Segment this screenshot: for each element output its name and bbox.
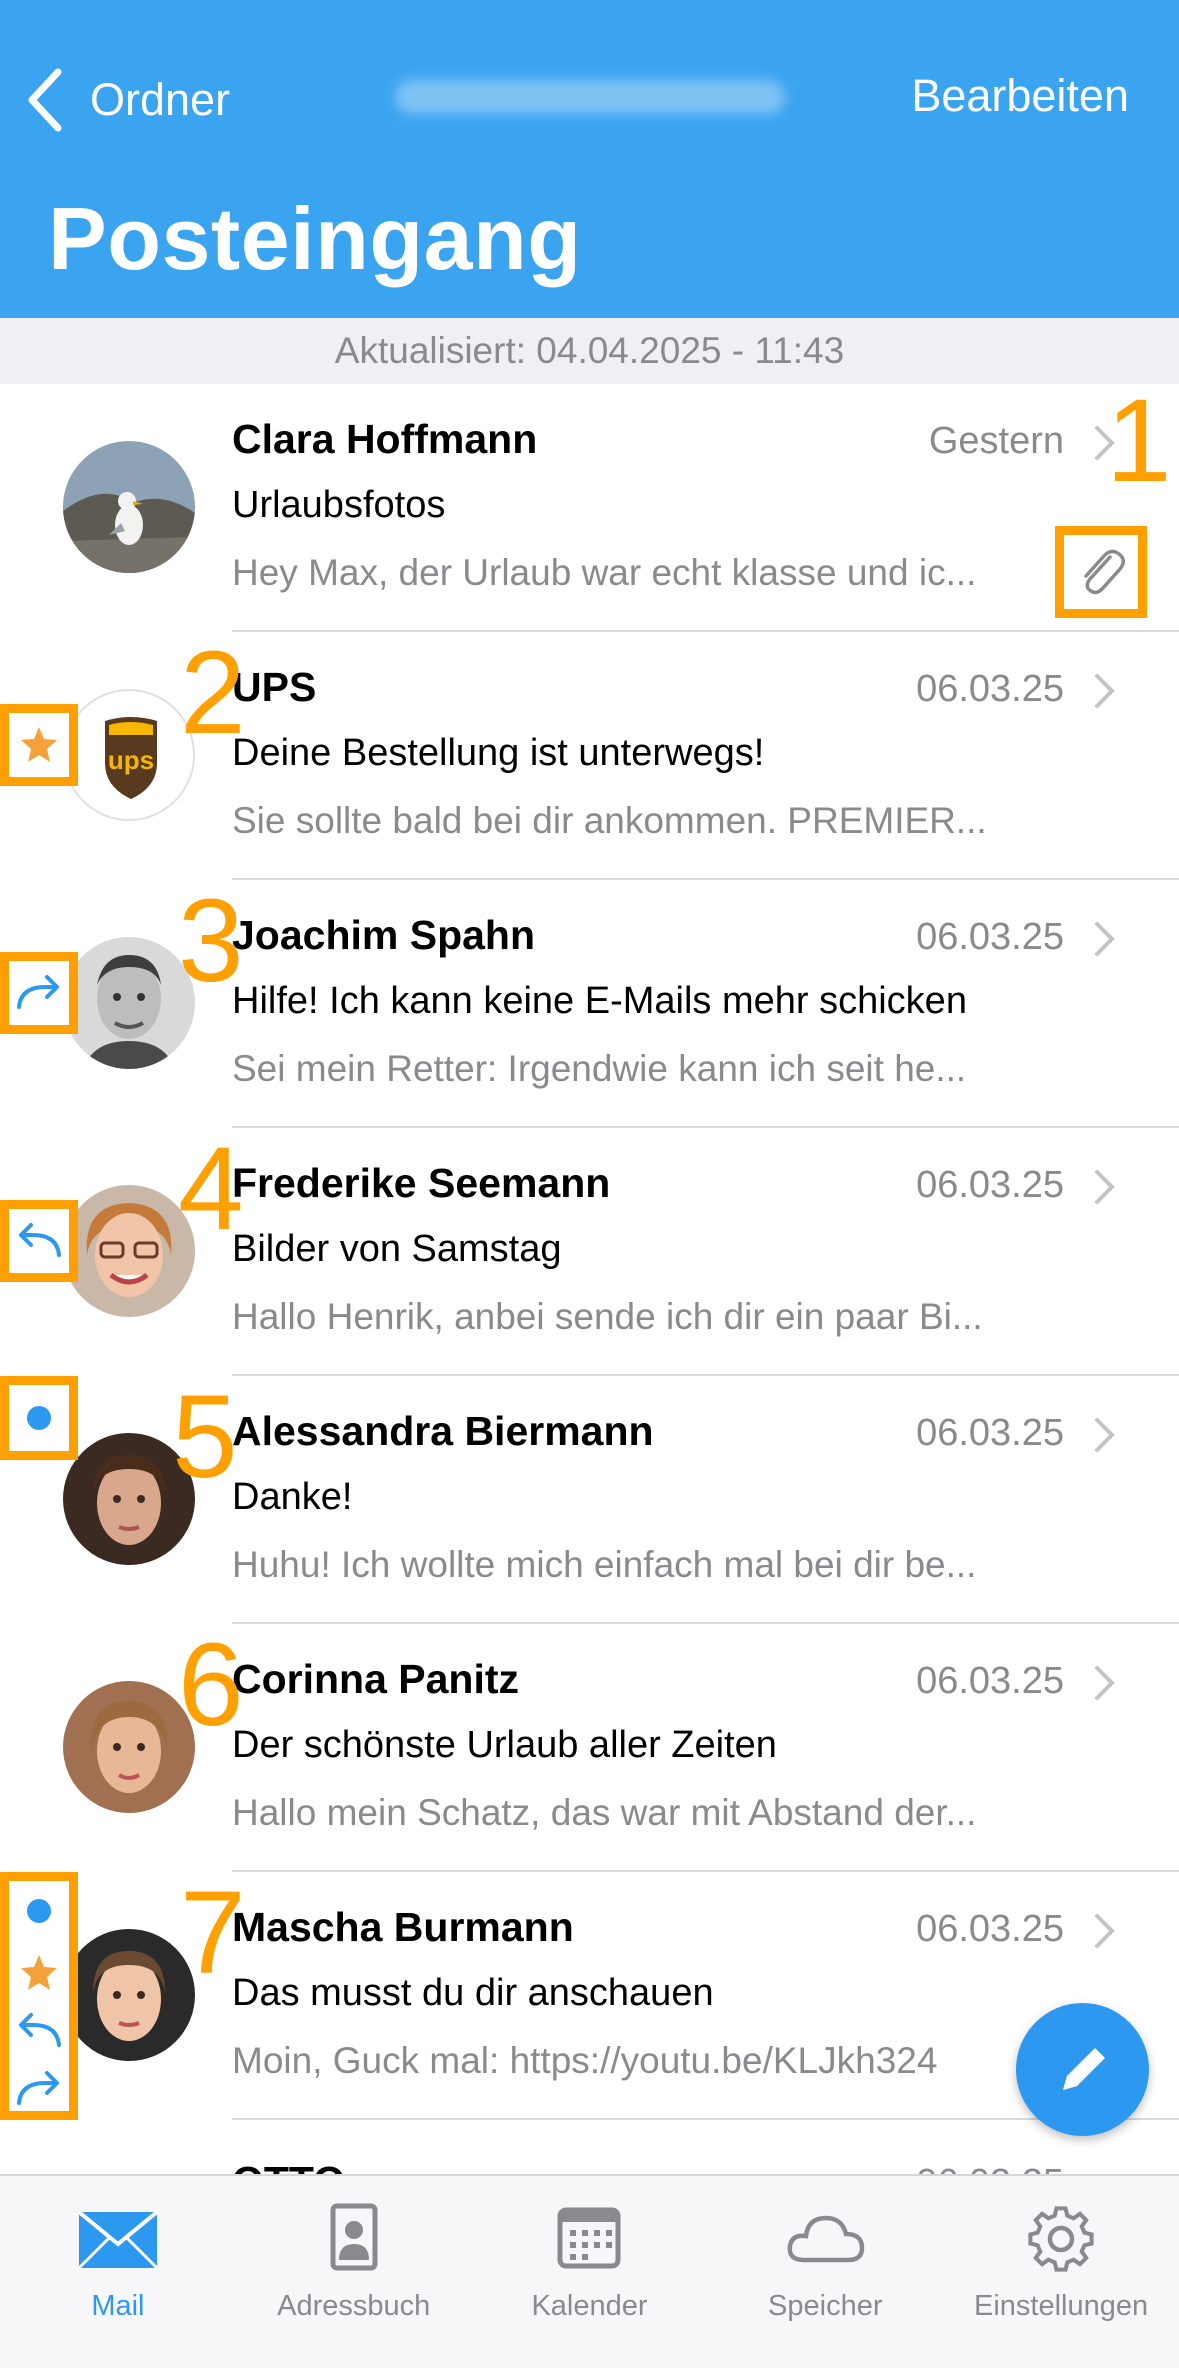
chevron-right-icon	[1095, 1170, 1115, 1204]
mail-list: Clara Hoffmann Gestern Urlaubsfotos Hey …	[0, 375, 1179, 2120]
forward-arrow-icon	[17, 975, 59, 1009]
annotation-number: 4	[178, 1123, 244, 1255]
mail-sender: Corinna Panitz	[232, 1656, 520, 1702]
tab-label: Adressbuch	[277, 2290, 431, 2322]
unread-indicator	[0, 1376, 78, 1460]
mail-date: 06.03.25	[916, 1660, 1064, 1702]
tab-bar: Mail Adressbuch Kalender Speicher Einste…	[0, 2174, 1179, 2368]
mail-date: 06.03.25	[916, 1164, 1064, 1206]
svg-text:ups: ups	[108, 745, 154, 775]
mail-preview: Sie sollte bald bei dir ankommen. PREMIE…	[232, 800, 987, 841]
annotation-number: 1	[1106, 375, 1172, 507]
mail-subject: Hilfe! Ich kann keine E-Mails mehr schic…	[232, 980, 967, 1022]
mail-subject: Der schönste Urlaub aller Zeiten	[232, 1724, 777, 1766]
mail-row[interactable]: Alessandra Biermann 06.03.25 Danke! Huhu…	[0, 1376, 1179, 1624]
calendar-icon	[557, 2207, 621, 2269]
gear-icon	[1028, 2206, 1094, 2272]
mail-date: 06.03.25	[916, 2162, 1064, 2174]
mail-preview: Sei mein Retter: Irgendwie kann ich seit…	[232, 1048, 967, 1089]
status-indicators	[0, 1872, 78, 2120]
last-updated-label: Aktualisiert: 04.04.2025 - 11:43	[0, 318, 1179, 384]
star-icon	[21, 727, 57, 762]
chevron-right-icon	[1095, 674, 1115, 708]
starred-indicator	[0, 704, 78, 786]
annotation-number: 3	[178, 875, 244, 1007]
mail-date: 06.03.25	[916, 668, 1064, 710]
chevron-right-icon	[1095, 1914, 1115, 1948]
annotation-number: 2	[180, 627, 246, 759]
annotation-number: 7	[180, 1867, 246, 1999]
mail-preview: Huhu! Ich wollte mich einfach mal bei di…	[232, 1544, 977, 1585]
tab-label: Mail	[91, 2290, 145, 2322]
mail-row[interactable]: Joachim Spahn 06.03.25 Hilfe! Ich kann k…	[0, 880, 1179, 1128]
tab-mail[interactable]: Mail	[0, 2176, 236, 2368]
account-name-blurred	[395, 80, 785, 114]
mail-row[interactable]: Clara Hoffmann Gestern Urlaubsfotos Hey …	[0, 375, 1179, 632]
mail-subject: Das musst du dir anschauen	[232, 1972, 714, 2014]
mail-subject: Deine Bestellung ist unterwegs!	[232, 732, 765, 774]
mail-row[interactable]: Mascha Burmann 06.03.25 Das musst du dir…	[0, 1872, 1179, 2120]
cloud-icon	[787, 2215, 865, 2263]
tab-speicher[interactable]: Speicher	[707, 2176, 943, 2368]
tab-kalender[interactable]: Kalender	[472, 2176, 708, 2368]
mail-row[interactable]: Corinna Panitz 06.03.25 Der schönste Url…	[0, 1624, 1179, 1872]
avatar: ups	[63, 689, 195, 821]
tab-label: Speicher	[768, 2290, 883, 2322]
page-title: Posteingang	[48, 189, 582, 288]
mail-row[interactable]: Frederike Seemann 06.03.25 Bilder von Sa…	[0, 1128, 1179, 1376]
reply-arrow-icon	[19, 2013, 61, 2047]
star-icon	[21, 1955, 57, 1990]
forwarded-indicator	[0, 952, 78, 1034]
mail-preview: Moin, Guck mal: https://youtu.be/KLJkh32…	[232, 2040, 938, 2081]
back-button[interactable]: Ordner	[24, 60, 230, 140]
mail-preview: Hallo Henrik, anbei sende ich dir ein pa…	[232, 1296, 983, 1337]
tab-label: Kalender	[531, 2290, 648, 2322]
envelope-icon	[77, 2210, 159, 2270]
mail-subject: Danke!	[232, 1476, 353, 1518]
back-label: Ordner	[90, 74, 231, 125]
avatar	[63, 937, 195, 1069]
mail-subject: Bilder von Samstag	[232, 1228, 562, 1270]
annotation-number: 5	[172, 1371, 238, 1503]
unread-dot-icon	[27, 1899, 51, 1923]
chevron-left-icon	[28, 68, 62, 132]
mail-sender: Frederike Seemann	[232, 1160, 611, 1206]
chevron-right-icon	[1095, 922, 1115, 956]
avatar	[63, 441, 195, 573]
avatar	[63, 1185, 195, 1317]
reply-arrow-icon	[19, 1223, 61, 1257]
tab-adressbuch[interactable]: Adressbuch	[236, 2176, 472, 2368]
replied-indicator	[0, 1200, 78, 1282]
forward-arrow-icon	[17, 2071, 59, 2105]
pencil-icon	[1062, 2047, 1105, 2090]
tab-einstellungen[interactable]: Einstellungen	[943, 2176, 1179, 2368]
mail-row[interactable]: OTTO 06.03.25	[0, 2128, 1179, 2174]
mail-subject: Urlaubsfotos	[232, 484, 446, 526]
chevron-right-icon	[1095, 1666, 1115, 1700]
avatar	[63, 1929, 195, 2061]
mail-date: 06.03.25	[916, 1908, 1064, 1950]
nav-header: Ordner Bearbeiten Posteingang	[0, 0, 1179, 318]
attachment-indicator	[1055, 526, 1147, 618]
mail-date: Gestern	[928, 420, 1064, 462]
mail-preview: Hallo mein Schatz, das war mit Abstand d…	[232, 1792, 977, 1833]
mail-sender: Alessandra Biermann	[232, 1408, 654, 1454]
contact-icon	[330, 2203, 378, 2271]
compose-button[interactable]	[1016, 2003, 1149, 2136]
mail-sender: Mascha Burmann	[232, 1904, 574, 1950]
paperclip-icon	[1084, 549, 1125, 595]
mail-sender: Clara Hoffmann	[232, 416, 538, 462]
mail-sender: OTTO	[232, 2158, 345, 2174]
mail-sender: Joachim Spahn	[232, 912, 536, 958]
edit-button[interactable]: Bearbeiten	[911, 70, 1129, 122]
unread-dot-icon	[27, 1406, 51, 1430]
avatar	[63, 1681, 195, 1813]
annotation-number: 6	[178, 1619, 244, 1751]
mail-preview: Hey Max, der Urlaub war echt klasse und …	[232, 552, 977, 593]
mail-row[interactable]: ups UPS 06.03.25 Deine Bestellung ist un…	[0, 632, 1179, 880]
mail-date: 06.03.25	[916, 916, 1064, 958]
mail-date: 06.03.25	[916, 1412, 1064, 1454]
tab-label: Einstellungen	[974, 2290, 1149, 2322]
chevron-right-icon	[1095, 1418, 1115, 1452]
